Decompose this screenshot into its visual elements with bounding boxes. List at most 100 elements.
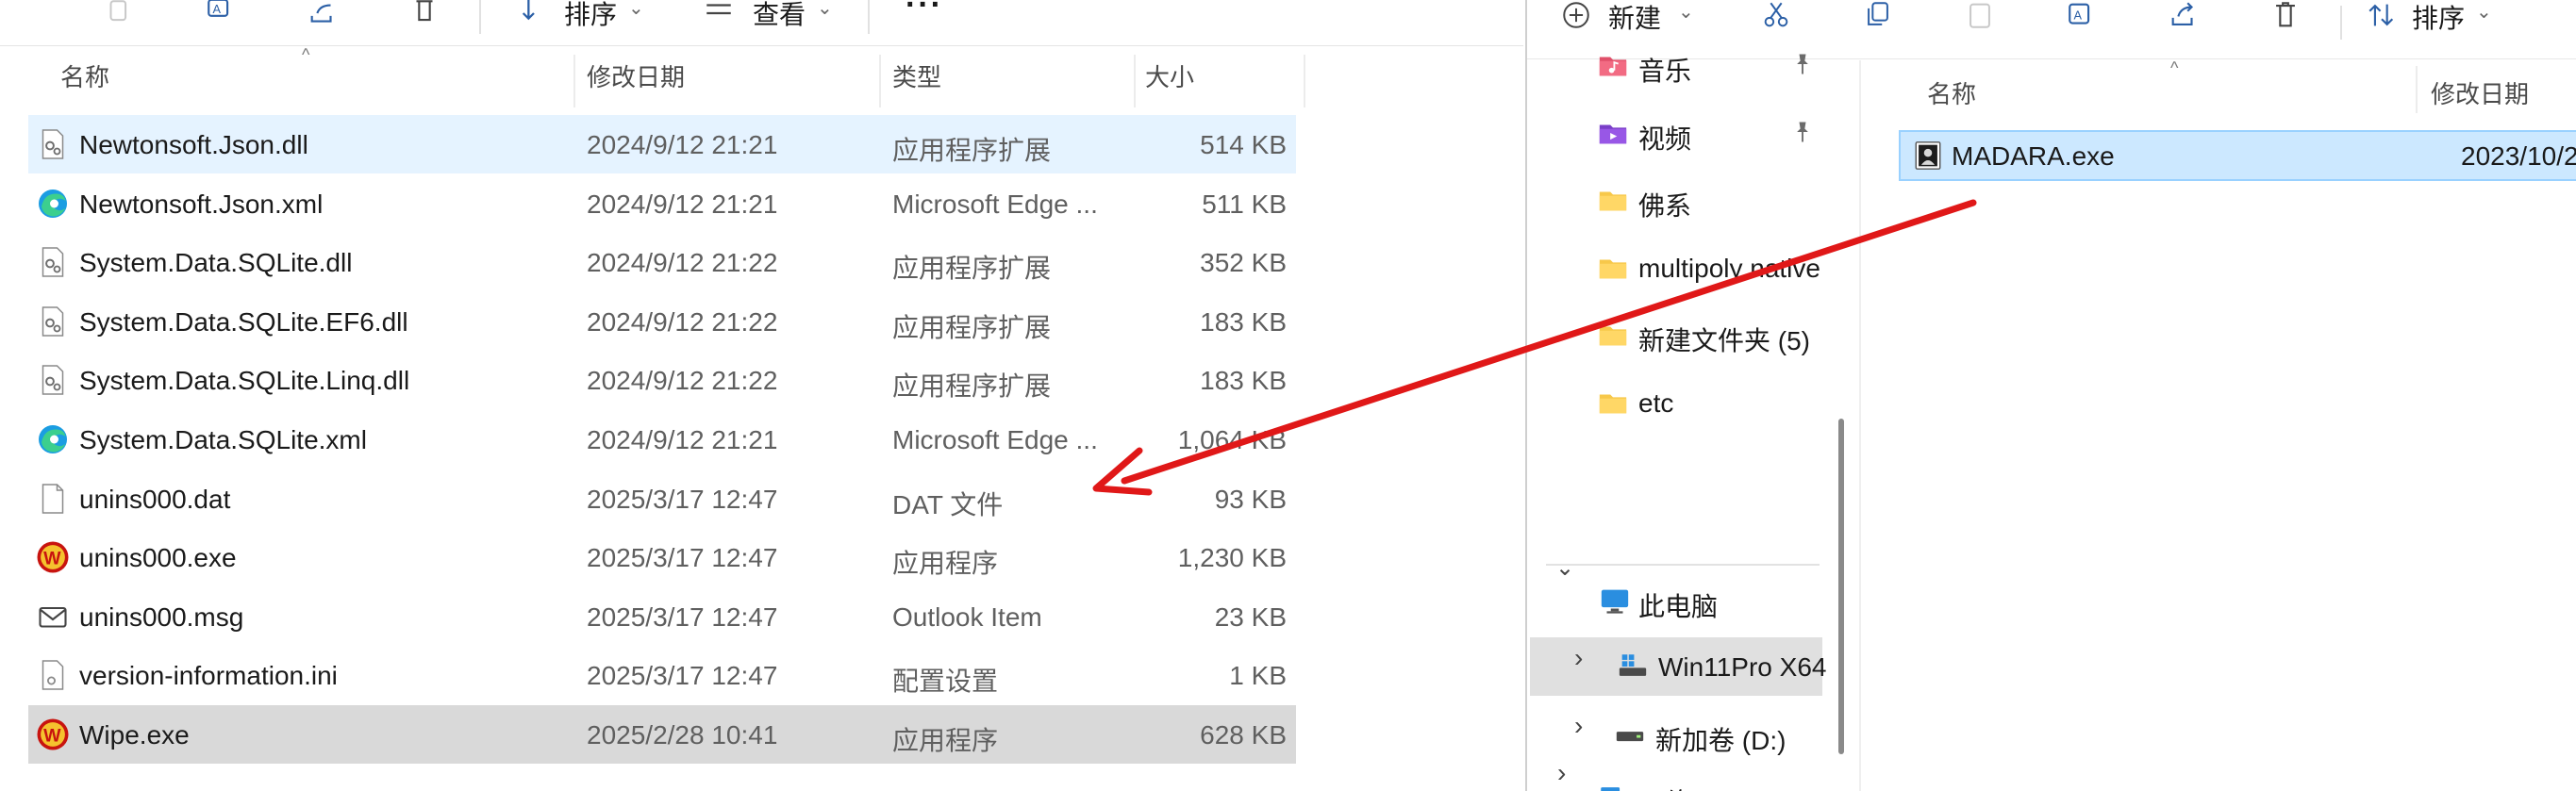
wipe-app-icon: W — [36, 540, 70, 574]
file-date: 2024/9/12 21:22 — [587, 366, 778, 396]
nav-item[interactable]: 新建文件夹 (5) — [1527, 305, 1820, 364]
dll-gear-icon — [36, 305, 70, 338]
column-header-type[interactable]: 类型 — [892, 58, 941, 102]
drive-icon — [1614, 718, 1646, 750]
file-name: Newtonsoft.Json.dll — [79, 130, 308, 159]
file-row[interactable]: System.Data.SQLite.dll 2024/9/12 21:22 应用程… — [28, 233, 1296, 291]
file-type: 应用程序 — [892, 549, 999, 579]
copy-icon[interactable] — [1859, 0, 1897, 34]
toolbar-divider — [479, 0, 481, 34]
new-button[interactable]: 新建 — [1608, 0, 1661, 36]
file-size: 1 KB — [1229, 661, 1287, 691]
view-button[interactable]: 查看 — [753, 0, 806, 32]
right-explorer-window: 新建 ⌄ A 排序 ⌄ 音乐 视频 佛系 multipoly native 新建文件夹 … — [1525, 0, 2576, 791]
edge-icon — [36, 422, 70, 456]
file-type: 应用程序 — [892, 726, 999, 755]
sort-ascending-caret: ^ — [302, 45, 310, 64]
file-row[interactable]: Newtonsoft.Json.dll 2024/9/12 21:21 应用程序扩展… — [28, 115, 1296, 173]
file-date: 2024/9/12 21:22 — [587, 248, 778, 278]
file-name: System.Data.SQLite.dll — [79, 248, 353, 278]
ini-file-icon — [36, 658, 70, 692]
nav-item-label: 此电脑 — [1638, 592, 1719, 621]
nav-item-label: 音乐 — [1638, 57, 1692, 86]
mail-icon — [36, 600, 70, 634]
toolbar-divider — [2340, 6, 2342, 40]
column-divider[interactable] — [1304, 55, 1305, 107]
file-row-madara[interactable]: MADARA.exe 2023/10/2 — [1899, 130, 2576, 181]
file-type: DAT 文件 — [892, 489, 1004, 519]
nav-item[interactable]: 视频 — [1527, 104, 1820, 162]
nav-item-label: 佛系 — [1638, 191, 1692, 221]
view-icon[interactable] — [700, 0, 738, 32]
column-divider[interactable] — [573, 55, 575, 107]
column-header-size[interactable]: 大小 — [1145, 58, 1194, 102]
column-divider[interactable] — [1134, 55, 1136, 107]
folder-icon — [1597, 319, 1629, 351]
chevron-right-icon[interactable]: › — [1574, 643, 1583, 673]
nav-item-network[interactable]: 网络 — [1527, 767, 1820, 791]
file-date: 2025/3/17 12:47 — [587, 601, 778, 632]
file-date: 2024/9/12 21:22 — [587, 306, 778, 337]
dll-gear-icon — [36, 245, 70, 279]
nav-item[interactable]: 音乐 — [1527, 36, 1820, 94]
file-size: 628 KB — [1200, 720, 1287, 750]
navigation-pane: 音乐 视频 佛系 multipoly native 新建文件夹 (5) etc ⌄ 此电脑… — [1527, 54, 1859, 791]
file-row[interactable]: System.Data.SQLite.xml 2024/9/12 21:21 Mic… — [28, 410, 1296, 469]
copy-icon[interactable] — [100, 0, 138, 32]
paste-icon[interactable] — [1961, 0, 1999, 34]
file-row[interactable]: System.Data.SQLite.Linq.dll 2024/9/12 21:… — [28, 351, 1296, 409]
svg-text:W: W — [43, 549, 61, 569]
file-row[interactable]: unins000.msg 2025/3/17 12:47 Outlook Item 2… — [28, 587, 1296, 646]
cut-icon[interactable] — [1757, 0, 1795, 34]
delete-icon[interactable] — [406, 0, 443, 32]
file-date: 2023/10/2 — [2461, 141, 2576, 171]
file-name: Wipe.exe — [79, 720, 190, 750]
file-row[interactable]: Newtonsoft.Json.xml 2024/9/12 21:21 Micros… — [28, 174, 1296, 233]
column-header-date[interactable]: 修改日期 — [587, 58, 685, 102]
file-date: 2025/3/17 12:47 — [587, 661, 778, 691]
file-row[interactable]: W Wipe.exe 2025/2/28 10:41 应用程序 628 KB — [28, 705, 1296, 764]
file-row[interactable]: Wunins000.exe 2025/3/17 12:47 应用程序 1,230 KB — [28, 528, 1296, 586]
toolbar-divider — [868, 0, 870, 34]
nav-item[interactable]: multipoly native — [1527, 239, 1820, 297]
monitor-icon — [1601, 589, 1629, 614]
edge-icon — [36, 187, 70, 221]
file-row[interactable]: version-information.ini 2025/3/17 12:47 配置… — [28, 646, 1296, 704]
nav-scrollbar[interactable] — [1838, 419, 1844, 754]
sort-icon[interactable] — [2363, 0, 2401, 34]
column-divider[interactable] — [879, 55, 881, 107]
sort-icon[interactable] — [515, 0, 553, 32]
chevron-down-icon: ⌄ — [628, 0, 644, 19]
column-header-name[interactable]: 名称 — [60, 58, 109, 102]
svg-text:A: A — [213, 2, 222, 16]
svg-text:A: A — [2074, 8, 2083, 22]
wipe-app-icon: W — [36, 717, 70, 751]
nav-item[interactable]: 佛系 — [1527, 171, 1820, 229]
new-plus-icon[interactable] — [1557, 0, 1595, 34]
column-header-date[interactable]: 修改日期 — [2431, 75, 2529, 110]
delete-icon[interactable] — [2267, 0, 2304, 34]
file-size: 183 KB — [1200, 366, 1287, 396]
share-icon[interactable] — [304, 0, 341, 32]
nav-item-this-pc[interactable]: 此电脑 — [1527, 571, 1820, 630]
file-row[interactable]: unins000.dat 2025/3/17 12:47 DAT 文件 93 KB — [28, 470, 1296, 528]
more-options-button[interactable]: ··· — [906, 0, 943, 24]
nav-item[interactable]: etc — [1527, 373, 1820, 432]
rename-icon[interactable]: A — [202, 0, 240, 32]
column-divider[interactable] — [2416, 66, 2418, 113]
rename-icon[interactable]: A — [2063, 0, 2101, 34]
sort-button[interactable]: 排序 — [2412, 0, 2465, 36]
file-size: 1,064 KB — [1177, 425, 1287, 454]
sort-button[interactable]: 排序 — [564, 0, 617, 32]
nav-item-drive[interactable]: 新加卷 (D:) — [1527, 705, 1820, 764]
share-icon[interactable] — [2165, 0, 2202, 34]
chevron-right-icon[interactable]: › — [1574, 711, 1583, 741]
left-toolbar: A 排序 ⌄ 查看 ⌄ ··· — [0, 0, 1523, 46]
nav-item-label: etc — [1638, 387, 1674, 418]
video-folder-icon — [1597, 117, 1629, 149]
pin-icon — [1789, 51, 1816, 77]
file-name: System.Data.SQLite.EF6.dll — [79, 306, 408, 337]
left-explorer-window: A 排序 ⌄ 查看 ⌄ ··· ^ 名称 修改日期 类型 大小 Newtonso… — [0, 0, 1523, 791]
file-row[interactable]: System.Data.SQLite.EF6.dll 2024/9/12 21:2… — [28, 292, 1296, 351]
column-header-name[interactable]: 名称 — [1927, 75, 1976, 110]
